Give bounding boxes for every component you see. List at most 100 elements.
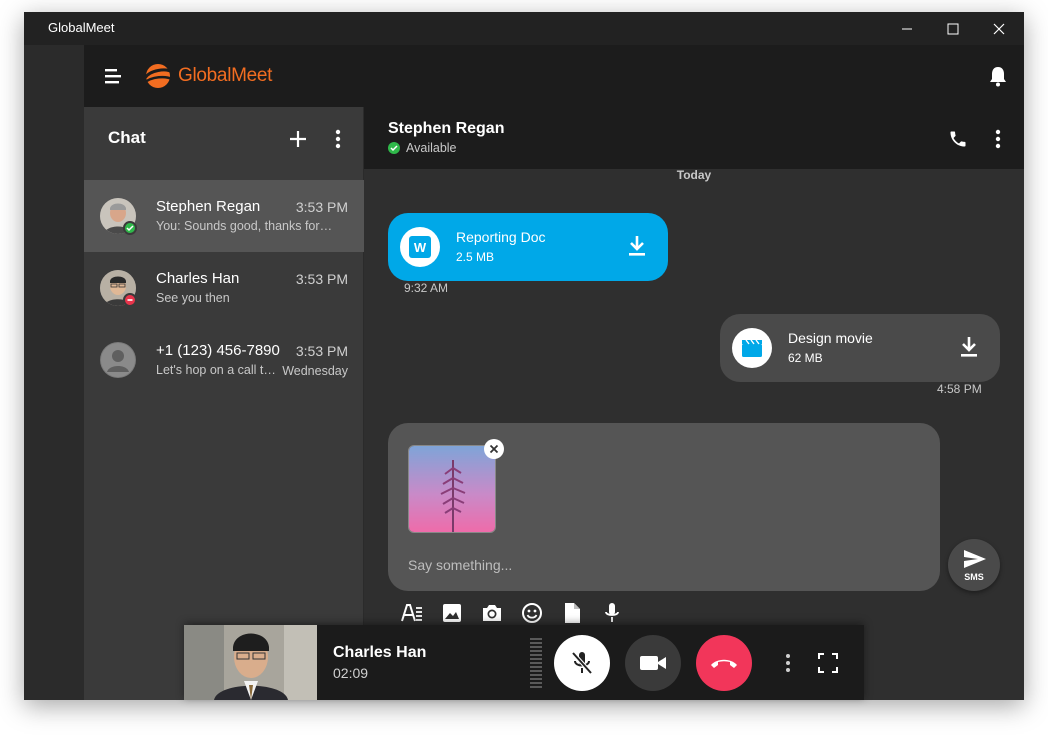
word-file-icon: W	[400, 227, 440, 267]
conversation-day: Wednesday	[282, 364, 348, 378]
mute-button[interactable]	[554, 635, 610, 691]
available-status-icon	[123, 221, 137, 235]
list-title: Chat	[108, 128, 146, 147]
status-text: Available	[406, 141, 457, 155]
close-icon	[489, 444, 499, 454]
more-vertical-icon	[995, 129, 1001, 149]
download-icon	[629, 236, 645, 256]
fullscreen-icon	[818, 653, 838, 673]
check-icon	[126, 225, 134, 232]
send-sms-button[interactable]: SMS	[948, 539, 1000, 591]
list-more-button[interactable]	[324, 125, 352, 153]
day-separator: Today	[676, 168, 712, 182]
close-window-button[interactable]	[976, 12, 1022, 45]
conversation-time: 3:53 PM	[295, 343, 348, 359]
conversation-item[interactable]: Charles Han 3:53 PM See you then	[84, 252, 364, 324]
remove-attachment-button[interactable]	[484, 439, 504, 459]
file-icon	[565, 603, 580, 623]
composer-toolbar	[400, 601, 624, 625]
format-text-button[interactable]	[400, 601, 424, 625]
avatar	[100, 342, 136, 378]
app-window: GlobalMeet GlobalMeet Chat Stephen Regan…	[24, 12, 1024, 700]
video-camera-icon	[640, 656, 666, 670]
insert-image-button[interactable]	[440, 601, 464, 625]
attach-file-button[interactable]	[560, 601, 584, 625]
busy-status-icon	[123, 293, 137, 307]
voice-message-button[interactable]	[600, 601, 624, 625]
file-name: Design movie	[788, 330, 873, 346]
clapperboard-icon	[742, 339, 762, 357]
available-status-icon	[388, 142, 400, 154]
download-button[interactable]	[960, 336, 978, 363]
logo-text: GlobalMeet	[178, 65, 273, 86]
message-input[interactable]	[408, 557, 888, 573]
attached-image	[409, 446, 495, 532]
phone-icon	[950, 131, 966, 147]
download-icon	[961, 337, 977, 357]
globalmeet-logo-icon	[143, 64, 173, 88]
image-icon	[443, 604, 461, 622]
microphone-icon	[605, 603, 619, 622]
minimize-button[interactable]	[884, 12, 930, 45]
app-logo: GlobalMeet	[142, 58, 272, 94]
call-contact-name: Charles Han	[333, 644, 427, 661]
conversation-preview: Let's hop on a call tomorrow	[156, 363, 280, 377]
conversation-item[interactable]: Stephen Regan 3:53 PM You: Sounds good, …	[84, 180, 364, 252]
maximize-button[interactable]	[930, 12, 976, 45]
notifications-button[interactable]	[988, 65, 1008, 92]
call-video-preview[interactable]	[184, 625, 317, 700]
message-composer	[388, 423, 940, 591]
plus-icon	[290, 131, 306, 147]
emoji-icon	[522, 603, 542, 623]
message-time: 4:58 PM	[937, 382, 982, 396]
attachment-thumbnail[interactable]	[408, 445, 496, 533]
chat-contact-name: Stephen Regan	[388, 120, 505, 137]
list-header: Chat	[84, 107, 364, 169]
chat-panel: Stephen Regan Available Today W Reportin…	[364, 107, 1024, 700]
conversation-item[interactable]: +1 (123) 456-7890 3:53 PM Let's hop on a…	[84, 324, 364, 396]
chat-more-button[interactable]	[988, 127, 1008, 151]
conversation-preview: You: Sounds good, thanks for the file	[156, 219, 334, 233]
call-duration: 02:09	[333, 665, 369, 681]
left-rail	[24, 45, 84, 700]
file-message-bubble[interactable]: Design movie 62 MB	[720, 314, 1000, 382]
window-title: GlobalMeet	[48, 20, 115, 35]
call-more-button[interactable]	[780, 651, 796, 675]
minus-icon	[127, 299, 133, 301]
call-button[interactable]	[946, 127, 970, 151]
fullscreen-button[interactable]	[816, 651, 840, 675]
active-call-bar: Charles Han 02:09	[184, 625, 864, 700]
file-size: 2.5 MB	[456, 250, 495, 264]
menu-icon	[105, 69, 121, 84]
send-icon	[964, 550, 986, 568]
file-type-badge: W	[409, 236, 431, 258]
file-name: Reporting Doc	[456, 229, 546, 245]
new-chat-button[interactable]	[284, 125, 312, 153]
conversation-name: +1 (123) 456-7890	[156, 342, 280, 359]
emoji-button[interactable]	[520, 601, 544, 625]
camera-button[interactable]	[480, 601, 504, 625]
hang-up-icon	[711, 659, 737, 668]
app-bar: GlobalMeet	[84, 45, 1024, 107]
file-message-bubble[interactable]: W Reporting Doc 2.5 MB	[388, 213, 668, 281]
minimize-icon	[902, 28, 912, 29]
end-call-button[interactable]	[696, 635, 752, 691]
message-time: 9:32 AM	[404, 281, 449, 295]
bell-icon	[990, 67, 1006, 87]
person-placeholder-icon	[101, 343, 135, 377]
microphone-off-icon	[571, 651, 593, 675]
check-icon	[390, 145, 398, 152]
more-vertical-icon	[786, 654, 790, 672]
close-icon	[993, 23, 1005, 34]
conversation-name: Charles Han	[156, 270, 240, 287]
caller-video	[184, 625, 317, 700]
menu-button[interactable]	[104, 67, 124, 85]
video-button[interactable]	[625, 635, 681, 691]
conversation-name: Stephen Regan	[156, 198, 261, 215]
audio-level-meter	[530, 638, 542, 688]
camera-icon	[483, 605, 501, 621]
title-bar: GlobalMeet	[24, 12, 1024, 45]
download-button[interactable]	[628, 235, 646, 262]
conversation-preview: See you then	[156, 291, 230, 305]
conversation-time: 3:53 PM	[295, 271, 348, 287]
